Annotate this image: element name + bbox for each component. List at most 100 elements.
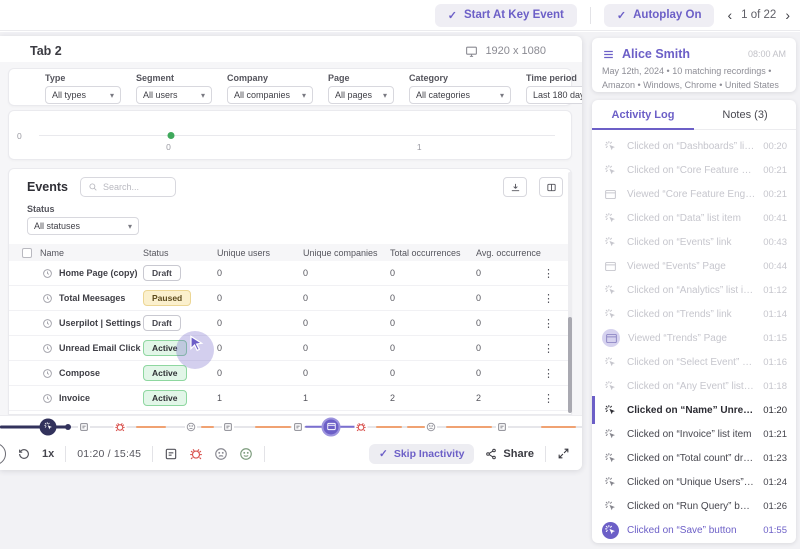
bug-icon[interactable] (189, 447, 203, 461)
activity-log-item[interactable]: Clicked on “Save” button 01:55 (592, 518, 796, 542)
filter-select[interactable]: All companies ▾ (227, 86, 313, 104)
activity-event-label: Clicked on “Any Event” list item (627, 381, 755, 392)
total-occurrences-value: 2 (390, 393, 476, 403)
timeline-note-marker[interactable] (222, 421, 234, 433)
timeline-click-marker[interactable] (40, 418, 57, 435)
chart-data-point[interactable] (167, 132, 174, 139)
play-pause-button[interactable] (0, 443, 6, 465)
skip-inactivity-toggle[interactable]: ✓ Skip Inactivity (369, 444, 474, 464)
events-search[interactable] (80, 177, 176, 197)
avg-occurrence-value: 0 (476, 343, 541, 353)
avg-occurrence-value: 0 (476, 368, 541, 378)
share-button[interactable]: Share (485, 448, 534, 460)
activity-log-item[interactable]: Clicked on “Select Event” dropdown 01:16 (592, 350, 796, 374)
timeline-segment (446, 426, 492, 428)
timeline-neutral-face-marker[interactable] (185, 421, 197, 433)
start-at-key-event-button[interactable]: ✓ Start At Key Event (435, 4, 577, 27)
activity-log-item[interactable]: Clicked on “Any Event” list item 01:18 (592, 374, 796, 398)
session-list-icon[interactable] (602, 48, 615, 61)
activity-log-item[interactable]: Clicked on “Data” list item 00:41 (592, 206, 796, 230)
activity-log-item[interactable]: Clicked on “Core Feature Engagem... 00:2… (592, 158, 796, 182)
autoplay-toggle-button[interactable]: ✓ Autoplay On (604, 4, 715, 27)
event-name: Unread Email Click (59, 343, 141, 353)
timeline-frustration-marker[interactable] (425, 421, 437, 433)
timeline-error-marker[interactable] (114, 420, 127, 433)
timeline-current-page-marker[interactable] (322, 417, 341, 436)
columns-button[interactable] (539, 177, 563, 197)
filter-select[interactable]: All categories ▾ (409, 86, 511, 104)
note-icon[interactable] (164, 447, 178, 461)
activity-log-item[interactable]: Clicked on “Dashboards” list item 00:20 (592, 134, 796, 158)
filter-value: Last 180 days (533, 90, 582, 100)
table-row[interactable]: Home Page (copy) Draft 0 0 0 0 ⋮ (9, 261, 571, 286)
session-info-card: Alice Smith 08:00 AM May 12th, 2024 • 10… (592, 38, 796, 92)
filter-select[interactable]: All users ▾ (136, 86, 212, 104)
timeline-note-marker[interactable] (496, 421, 508, 433)
export-button[interactable] (503, 177, 527, 197)
sad-face-icon[interactable] (214, 447, 228, 461)
activity-log-item[interactable]: Clicked on “Trends” link 01:14 (592, 302, 796, 326)
check-icon: ✓ (379, 448, 388, 460)
filter-value: All pages (335, 90, 372, 100)
filter-group: Time period Last 180 days ▾ (526, 73, 582, 105)
activity-event-label: Clicked on “Name” Unread Email C... (627, 405, 755, 416)
row-menu-icon[interactable]: ⋮ (541, 368, 556, 380)
unique-users-value: 0 (217, 268, 303, 278)
activity-event-time: 01:55 (763, 525, 787, 536)
avg-occurrence-value: 0 (476, 293, 541, 303)
filter-label: Page (328, 73, 394, 83)
activity-log-item[interactable]: Clicked on “Unique Users” list item 01:2… (592, 470, 796, 494)
tab-notes[interactable]: Notes (3) (694, 100, 796, 129)
chevron-right-icon[interactable]: › (785, 8, 790, 22)
table-row[interactable]: Unread Email Click Active 0 0 0 0 ⋮ (9, 336, 571, 361)
activity-event-icon (602, 210, 619, 227)
activity-log-item[interactable]: Clicked on “Invoice” list item 01:21 (592, 422, 796, 446)
activity-log-item[interactable]: Clicked on “Analytics” list item 01:12 (592, 278, 796, 302)
start-at-key-event-label: Start At Key Event (464, 9, 564, 21)
status-filter-select[interactable]: All statuses ▾ (27, 217, 139, 235)
activity-event-time: 01:26 (763, 501, 787, 512)
unique-users-value: 0 (217, 293, 303, 303)
timeline-note-marker[interactable] (292, 421, 304, 433)
activity-log-item[interactable]: Viewed “Core Feature Engagment” 00:21 (592, 182, 796, 206)
timeline-track[interactable] (0, 416, 582, 437)
timeline-dot-marker[interactable] (65, 424, 71, 430)
row-menu-icon[interactable]: ⋮ (541, 268, 556, 280)
table-row[interactable]: Invoice Active 1 1 2 2 ⋮ (9, 386, 571, 411)
row-menu-icon[interactable]: ⋮ (541, 318, 556, 330)
filter-select[interactable]: All types ▾ (45, 86, 121, 104)
filter-select[interactable]: All pages ▾ (328, 86, 394, 104)
activity-event-time: 01:20 (763, 405, 787, 416)
activity-log-item[interactable]: Clicked on “Name” Unread Email C... 01:2… (592, 398, 796, 422)
row-menu-icon[interactable]: ⋮ (541, 293, 556, 305)
activity-event-icon (602, 474, 619, 491)
resolution-value: 1920 x 1080 (485, 45, 546, 57)
scrollbar-thumb[interactable] (568, 317, 572, 413)
fullscreen-button[interactable] (557, 447, 570, 460)
playback-speed-button[interactable]: 1x (42, 448, 54, 460)
activity-log-item[interactable]: Viewed “Events” Page 00:44 (592, 254, 796, 278)
activity-log-item[interactable]: Clicked on “Run Query” button 01:26 (592, 494, 796, 518)
skip-inactivity-label: Skip Inactivity (394, 448, 465, 460)
table-row[interactable]: Userpilot | Settings Draft 0 0 0 0 ⋮ (9, 311, 571, 336)
column-header: Name (40, 248, 143, 258)
row-menu-icon[interactable]: ⋮ (541, 393, 556, 405)
select-all-checkbox[interactable] (22, 248, 32, 258)
chevron-left-icon[interactable]: ‹ (727, 8, 732, 22)
activity-log-item[interactable]: Viewed “Trends” Page 01:15 (592, 326, 796, 350)
user-name[interactable]: Alice Smith (622, 47, 690, 61)
timeline-note-marker[interactable] (78, 421, 90, 433)
activity-log-item[interactable]: Clicked on “Events” link 00:43 (592, 230, 796, 254)
table-row[interactable]: Total Meesages Paused 0 0 0 0 ⋮ (9, 286, 571, 311)
row-menu-icon[interactable]: ⋮ (541, 343, 556, 355)
happy-face-icon[interactable] (239, 447, 253, 461)
search-input[interactable] (103, 182, 163, 192)
activity-log-item[interactable]: Clicked on “Total count” dropdown 01:23 (592, 446, 796, 470)
activity-event-icon (602, 378, 619, 395)
replay-icon[interactable] (17, 447, 31, 461)
table-row[interactable]: Compose Active 0 0 0 0 ⋮ (9, 361, 571, 386)
timeline-bar (0, 415, 582, 437)
filter-select[interactable]: Last 180 days ▾ (526, 86, 582, 104)
tab-activity-log[interactable]: Activity Log (592, 100, 694, 129)
timeline-error-marker[interactable] (355, 420, 368, 433)
